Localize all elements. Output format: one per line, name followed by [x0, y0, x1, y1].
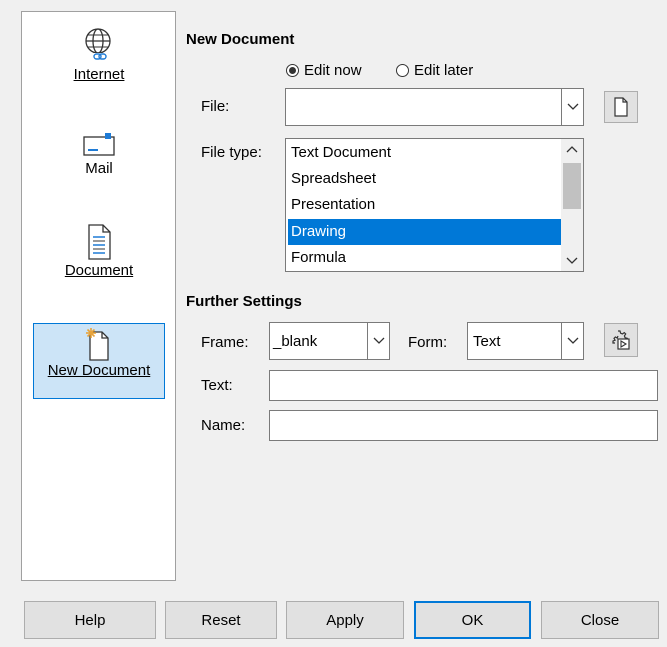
new-document-icon — [86, 328, 109, 361]
scroll-up-arrow-icon[interactable] — [566, 145, 578, 153]
list-item[interactable]: Formula — [288, 245, 561, 271]
close-button[interactable]: Close — [541, 601, 659, 639]
sidebar-item-mail[interactable]: Mail — [33, 130, 165, 200]
text-field[interactable] — [269, 370, 658, 401]
reset-button[interactable]: Reset — [165, 601, 277, 639]
hyperlink-type-panel: Internet Mail Document New Document — [21, 11, 176, 581]
file-type-list[interactable]: Text Document Spreadsheet Presentation D… — [285, 138, 584, 272]
list-item[interactable]: Presentation — [288, 192, 561, 218]
form-dropdown-button[interactable] — [561, 323, 583, 359]
chevron-down-icon — [567, 337, 578, 344]
form-value: Text — [473, 333, 501, 350]
new-file-icon — [614, 97, 628, 117]
sidebar-item-label: Internet — [73, 66, 125, 83]
edit-later-radio[interactable]: Edit later — [396, 62, 473, 79]
ok-button[interactable]: OK — [414, 601, 531, 639]
list-item[interactable]: Spreadsheet — [288, 166, 561, 192]
radio-indicator — [396, 64, 409, 77]
scroll-down-arrow-icon[interactable] — [566, 257, 578, 265]
chevron-down-icon — [567, 103, 578, 110]
frame-dropdown-button[interactable] — [367, 323, 389, 359]
list-item[interactable]: Text Document — [288, 140, 561, 166]
frame-combobox[interactable]: _blank — [269, 322, 390, 360]
radio-indicator — [286, 64, 299, 77]
help-button-label: Help — [74, 611, 106, 629]
select-path-button[interactable] — [604, 91, 638, 123]
close-button-label: Close — [580, 611, 620, 629]
edit-now-label: Edit now — [304, 62, 362, 79]
reset-button-label: Reset — [201, 611, 241, 629]
text-label: Text: — [201, 377, 233, 394]
file-label: File: — [201, 98, 230, 115]
help-button[interactable]: Help — [24, 601, 156, 639]
file-type-label: File type: — [201, 144, 262, 161]
form-label: Form: — [408, 334, 448, 351]
edit-later-label: Edit later — [414, 62, 474, 79]
sidebar-item-new-document[interactable]: New Document — [33, 323, 165, 399]
edit-now-radio[interactable]: Edit now — [286, 62, 362, 79]
event-macro-icon — [612, 330, 630, 350]
file-combobox[interactable] — [285, 88, 584, 126]
sidebar-item-label: Mail — [85, 160, 113, 177]
sidebar-item-label: New Document — [47, 362, 151, 379]
chevron-down-icon — [373, 337, 384, 344]
name-field[interactable] — [269, 410, 658, 441]
events-button[interactable] — [604, 323, 638, 357]
document-icon — [88, 224, 111, 260]
further-settings-heading: Further Settings — [186, 293, 302, 310]
apply-button-label: Apply — [326, 611, 364, 629]
frame-label: Frame: — [201, 334, 249, 351]
sidebar-item-label: Document — [64, 262, 134, 279]
form-combobox[interactable]: Text — [467, 322, 584, 360]
frame-value: _blank — [273, 333, 318, 350]
sidebar-item-document[interactable]: Document — [33, 222, 165, 304]
name-label: Name: — [201, 417, 246, 434]
scrollbar-thumb[interactable] — [563, 163, 581, 209]
globe-link-icon — [85, 28, 111, 60]
mail-icon — [83, 133, 115, 156]
list-scrollbar[interactable] — [561, 139, 583, 271]
new-document-heading: New Document — [186, 31, 295, 48]
sidebar-item-internet[interactable]: Internet — [33, 26, 165, 112]
list-item-selected[interactable]: Drawing — [288, 219, 561, 245]
ok-button-label: OK — [461, 611, 484, 629]
apply-button[interactable]: Apply — [286, 601, 404, 639]
file-dropdown-button[interactable] — [561, 89, 583, 125]
